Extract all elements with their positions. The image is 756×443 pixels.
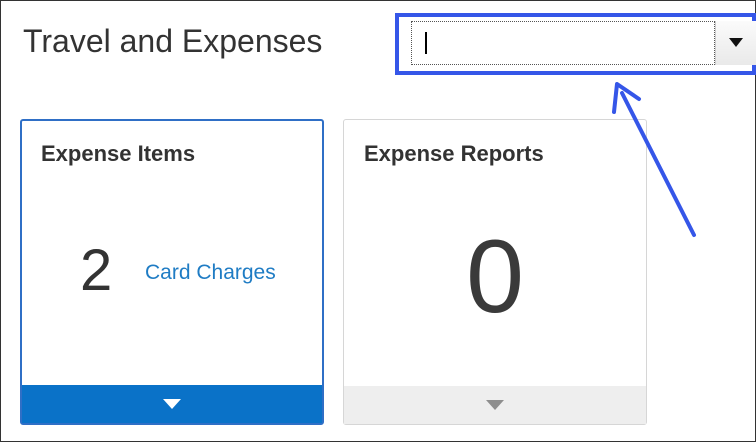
text-cursor bbox=[425, 32, 427, 54]
app-selector-combobox[interactable] bbox=[411, 21, 756, 65]
chevron-down-icon bbox=[729, 38, 743, 47]
page-title: Travel and Expenses bbox=[23, 23, 323, 59]
tile-expense-reports[interactable]: Expense Reports 0 bbox=[343, 119, 647, 425]
tile-expand-footer[interactable] bbox=[344, 386, 646, 424]
screenshot-frame: Travel and Expenses Expense Items 2 Card… bbox=[0, 0, 756, 442]
expand-down-icon bbox=[163, 399, 181, 409]
expense-reports-count: 0 bbox=[466, 219, 524, 335]
tile-title: Expense Items bbox=[41, 141, 196, 166]
card-charges-count: 2 bbox=[80, 238, 113, 303]
tile-title: Expense Reports bbox=[364, 141, 544, 166]
tile-expand-footer[interactable] bbox=[22, 385, 322, 423]
app-selector-input[interactable] bbox=[411, 21, 715, 65]
tile-expense-items[interactable]: Expense Items 2 Card Charges bbox=[20, 119, 324, 425]
dropdown-button[interactable] bbox=[715, 21, 756, 65]
expand-down-icon bbox=[486, 400, 504, 410]
card-charges-link[interactable]: Card Charges bbox=[145, 261, 276, 285]
